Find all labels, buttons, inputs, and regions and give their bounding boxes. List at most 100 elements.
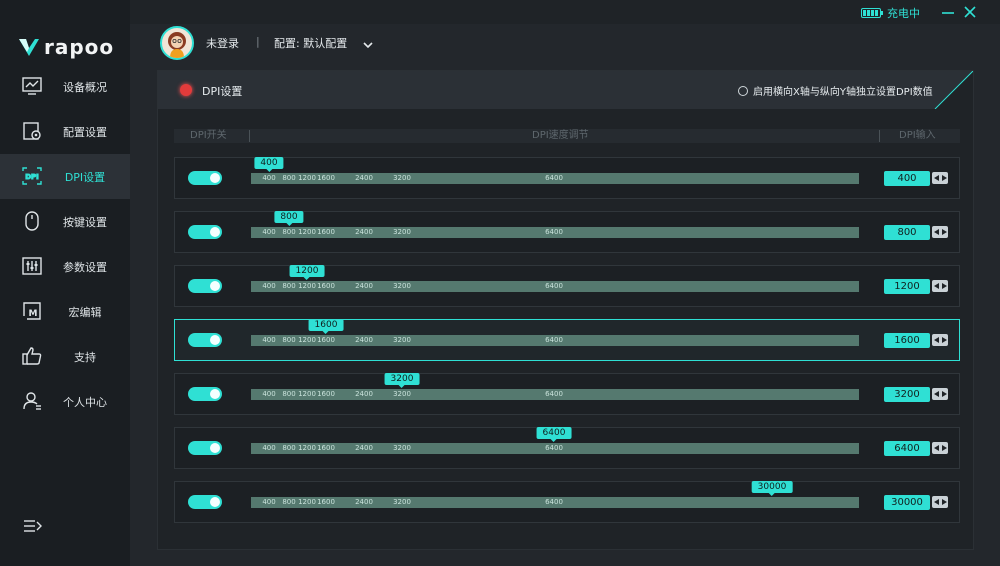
- slider-tick-label: 400: [262, 174, 276, 182]
- thumbs-up-icon: [21, 345, 43, 367]
- dpi-slider-handle[interactable]: 30000: [751, 481, 793, 496]
- sidebar-item-dpi[interactable]: DPI DPI设置: [0, 154, 130, 199]
- dpi-slider-handle[interactable]: 800: [274, 211, 304, 226]
- dpi-enable-toggle[interactable]: [188, 333, 222, 347]
- dpi-slider-handle[interactable]: 3200: [384, 373, 420, 388]
- chevron-down-icon[interactable]: [362, 36, 374, 49]
- dpi-slider-handle[interactable]: 1600: [308, 319, 344, 334]
- dpi-row[interactable]: 400 800 1200 1600 2400 3200 6400 6400: [174, 427, 960, 469]
- dpi-slider-track[interactable]: 400 800 1200 1600 2400 3200 6400 800: [251, 211, 859, 238]
- dpi-value-input[interactable]: [884, 171, 930, 186]
- dpi-enable-toggle[interactable]: [188, 171, 222, 185]
- increase-arrow-icon[interactable]: [940, 226, 948, 238]
- slider-tick-label: 2400: [355, 444, 373, 452]
- dpi-value-input[interactable]: [884, 441, 930, 456]
- sidebar-item-config[interactable]: 配置设置: [0, 109, 130, 154]
- dpi-slider-track[interactable]: 400 800 1200 1600 2400 3200 6400 1200: [251, 265, 859, 292]
- dpi-slider-track[interactable]: 400 800 1200 1600 2400 3200 6400 400: [251, 157, 859, 184]
- dpi-slider-track[interactable]: 400 800 1200 1600 2400 3200 6400 6400: [251, 427, 859, 454]
- slider-tick-label: 800: [282, 336, 296, 344]
- dpi-slider-track[interactable]: 400 800 1200 1600 2400 3200 6400 1600: [251, 319, 859, 346]
- decrease-arrow-icon[interactable]: [932, 226, 940, 238]
- dpi-row[interactable]: 400 800 1200 1600 2400 3200 6400 1600: [174, 319, 960, 361]
- sidebar-item-support[interactable]: 支持: [0, 334, 130, 379]
- dpi-value-input[interactable]: [884, 495, 930, 510]
- increase-arrow-icon[interactable]: [940, 172, 948, 184]
- toggle-knob: [210, 227, 220, 237]
- status-dot-icon: [180, 84, 192, 96]
- slider-tick-label: 3200: [393, 390, 411, 398]
- slider-tick-label: 3200: [393, 444, 411, 452]
- slider-tick-label: 2400: [355, 174, 373, 182]
- dpi-value-input[interactable]: [884, 225, 930, 240]
- dpi-row[interactable]: 400 800 1200 1600 2400 3200 6400 30000: [174, 481, 960, 523]
- slider-tick-label: 6400: [545, 174, 563, 182]
- dpi-value-input[interactable]: [884, 279, 930, 294]
- decrease-arrow-icon[interactable]: [932, 388, 940, 400]
- sidebar-item-label: 宏编辑: [68, 305, 102, 319]
- dpi-slider-handle[interactable]: 6400: [536, 427, 572, 442]
- decrease-arrow-icon[interactable]: [932, 280, 940, 292]
- dpi-enable-toggle[interactable]: [188, 225, 222, 239]
- toggle-knob: [210, 497, 220, 507]
- column-header-speed: DPI速度调节: [532, 130, 589, 141]
- dpi-row[interactable]: 400 800 1200 1600 2400 3200 6400 3200: [174, 373, 960, 415]
- slider-tick-label: 3200: [393, 498, 411, 506]
- dpi-stepper: [932, 442, 948, 454]
- dpi-slider-handle[interactable]: 1200: [289, 265, 325, 280]
- dpi-value-input[interactable]: [884, 387, 930, 402]
- sidebar-item-profile[interactable]: 个人中心: [0, 379, 130, 424]
- close-button[interactable]: [962, 4, 978, 20]
- sidebar-item-macro[interactable]: M 宏编辑: [0, 289, 130, 334]
- slider-tick-label: 400: [262, 498, 276, 506]
- dpi-enable-toggle[interactable]: [188, 279, 222, 293]
- sidebar-item-buttons[interactable]: 按键设置: [0, 199, 130, 244]
- collapse-menu-icon[interactable]: [22, 516, 44, 538]
- dpi-stepper: [932, 172, 948, 184]
- sidebar-item-device-overview[interactable]: 设备概况: [0, 64, 130, 109]
- dpi-slider-track[interactable]: 400 800 1200 1600 2400 3200 6400 30000: [251, 481, 859, 508]
- xy-independent-radio[interactable]: 启用横向X轴与纵向Y轴独立设置DPI数值: [738, 83, 933, 98]
- column-divider: [249, 130, 250, 142]
- column-headers: DPI开关 DPI速度调节 DPI输入: [174, 129, 960, 143]
- slider-tick-label: 1600: [317, 282, 335, 290]
- config-selector-label[interactable]: 配置: 默认配置: [274, 35, 347, 51]
- increase-arrow-icon[interactable]: [940, 388, 948, 400]
- slider-tick-label: 1200: [298, 282, 316, 290]
- sidebar-item-label: 参数设置: [63, 260, 107, 274]
- dpi-value-input[interactable]: [884, 333, 930, 348]
- header: 未登录 | 配置: 默认配置: [130, 24, 1000, 70]
- dpi-enable-toggle[interactable]: [188, 495, 222, 509]
- slider-tick-label: 1600: [317, 390, 335, 398]
- charge-status-text: 充电中: [887, 7, 920, 20]
- decrease-arrow-icon[interactable]: [932, 496, 940, 508]
- sidebar-item-parameters[interactable]: 参数设置: [0, 244, 130, 289]
- increase-arrow-icon[interactable]: [940, 496, 948, 508]
- dpi-enable-toggle[interactable]: [188, 387, 222, 401]
- radio-circle-icon: [738, 85, 748, 96]
- slider-tick-label: 3200: [393, 282, 411, 290]
- dpi-stepper: [932, 496, 948, 508]
- slider-tick-label: 2400: [355, 228, 373, 236]
- sidebar-item-label: 支持: [74, 350, 96, 364]
- sidebar-item-label: 设备概况: [63, 80, 107, 94]
- decrease-arrow-icon[interactable]: [932, 334, 940, 346]
- macro-icon: M: [21, 300, 43, 322]
- slider-tick-label: 800: [282, 390, 296, 398]
- dpi-slider-track[interactable]: 400 800 1200 1600 2400 3200 6400 3200: [251, 373, 859, 400]
- decrease-arrow-icon[interactable]: [932, 172, 940, 184]
- dpi-row[interactable]: 400 800 1200 1600 2400 3200 6400 1200: [174, 265, 960, 307]
- increase-arrow-icon[interactable]: [940, 442, 948, 454]
- slider-tick-label: 1200: [298, 228, 316, 236]
- increase-arrow-icon[interactable]: [940, 280, 948, 292]
- dpi-slider-handle[interactable]: 400: [254, 157, 284, 172]
- decrease-arrow-icon[interactable]: [932, 442, 940, 454]
- increase-arrow-icon[interactable]: [940, 334, 948, 346]
- dpi-enable-toggle[interactable]: [188, 441, 222, 455]
- dpi-row[interactable]: 400 800 1200 1600 2400 3200 6400 800: [174, 211, 960, 253]
- dpi-stepper: [932, 334, 948, 346]
- minimize-button[interactable]: [940, 4, 956, 20]
- dpi-row[interactable]: 400 800 1200 1600 2400 3200 6400 400: [174, 157, 960, 199]
- user-name[interactable]: 未登录: [206, 35, 239, 51]
- avatar[interactable]: [160, 26, 194, 60]
